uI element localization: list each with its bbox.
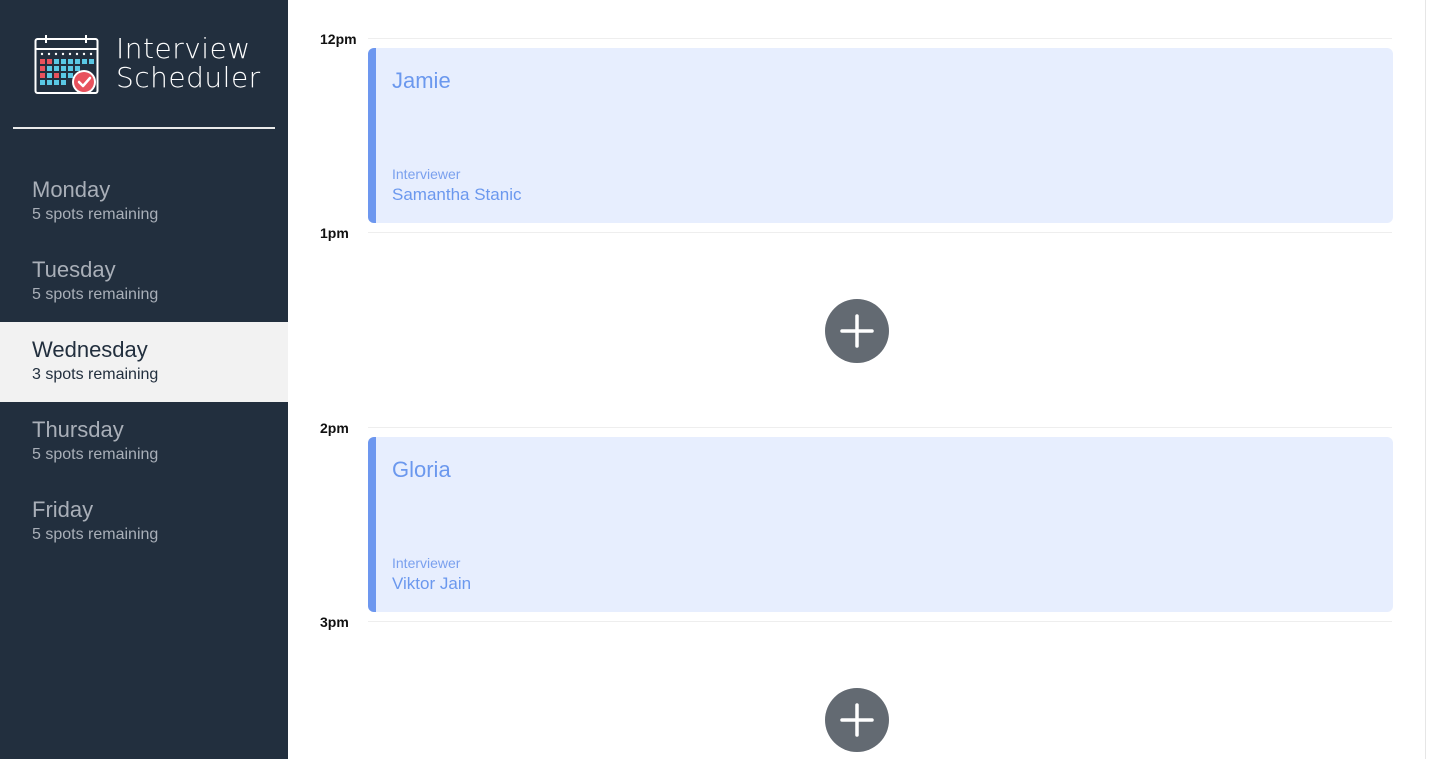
day-spots-remaining: 5 spots remaining <box>32 286 159 303</box>
hour-divider <box>368 427 1392 428</box>
day-name: Thursday <box>32 417 124 442</box>
add-appointment-button[interactable] <box>825 299 889 363</box>
day-item-thursday[interactable]: Thursday 5 spots remaining <box>0 402 288 482</box>
appointment-card[interactable]: Jamie Interviewer Samantha Stanic <box>368 48 1393 223</box>
appointment-student-name: Gloria <box>392 457 451 482</box>
appointment-card[interactable]: Gloria Interviewer Viktor Jain <box>368 437 1393 612</box>
time-label-12pm: 12pm <box>320 31 357 47</box>
add-appointment-button[interactable] <box>825 688 889 752</box>
day-name: Tuesday <box>32 257 116 282</box>
hour-divider <box>368 38 1392 39</box>
plus-icon <box>840 314 874 348</box>
sidebar-divider <box>13 127 275 129</box>
hour-divider <box>368 621 1392 622</box>
time-label-1pm: 1pm <box>320 225 349 241</box>
day-name: Monday <box>32 177 111 202</box>
day-item-tuesday[interactable]: Tuesday 5 spots remaining <box>0 242 288 322</box>
calendar-check-icon <box>34 34 100 96</box>
app-logo: Interview Scheduler <box>34 32 274 96</box>
appointment-accent-bar <box>368 437 376 612</box>
day-spots-remaining: 5 spots remaining <box>32 526 159 543</box>
appointment-accent-bar <box>368 48 376 223</box>
hour-divider <box>368 232 1392 233</box>
app-title-line2: Scheduler <box>116 61 261 94</box>
time-label-3pm: 3pm <box>320 614 349 630</box>
day-name: Wednesday <box>32 337 148 362</box>
interviewer-name: Viktor Jain <box>392 574 472 593</box>
time-label-2pm: 2pm <box>320 420 349 436</box>
app-title-line1: Interview <box>116 32 251 65</box>
app: Interview Scheduler Monday 5 spots remai… <box>0 0 1430 759</box>
sidebar: Interview Scheduler Monday 5 spots remai… <box>0 0 288 759</box>
interviewer-name: Samantha Stanic <box>392 185 522 204</box>
app-title: Interview Scheduler <box>116 34 261 92</box>
day-item-friday[interactable]: Friday 5 spots remaining <box>0 482 288 562</box>
day-spots-remaining: 5 spots remaining <box>32 446 159 463</box>
scrollbar-edge <box>1425 0 1426 759</box>
interviewer-label: Interviewer <box>392 166 461 182</box>
appointment-student-name: Jamie <box>392 68 451 93</box>
day-spots-remaining: 3 spots remaining <box>32 366 159 383</box>
day-name: Friday <box>32 497 94 522</box>
day-spots-remaining: 5 spots remaining <box>32 206 159 223</box>
day-list: Monday 5 spots remaining Tuesday 5 spots… <box>0 162 288 562</box>
interviewer-label: Interviewer <box>392 555 461 571</box>
day-item-monday[interactable]: Monday 5 spots remaining <box>0 162 288 242</box>
day-item-wednesday[interactable]: Wednesday 3 spots remaining <box>0 322 288 402</box>
plus-icon <box>840 703 874 737</box>
schedule: 12pm Jamie Interviewer Samantha Stanic 1… <box>288 0 1425 759</box>
